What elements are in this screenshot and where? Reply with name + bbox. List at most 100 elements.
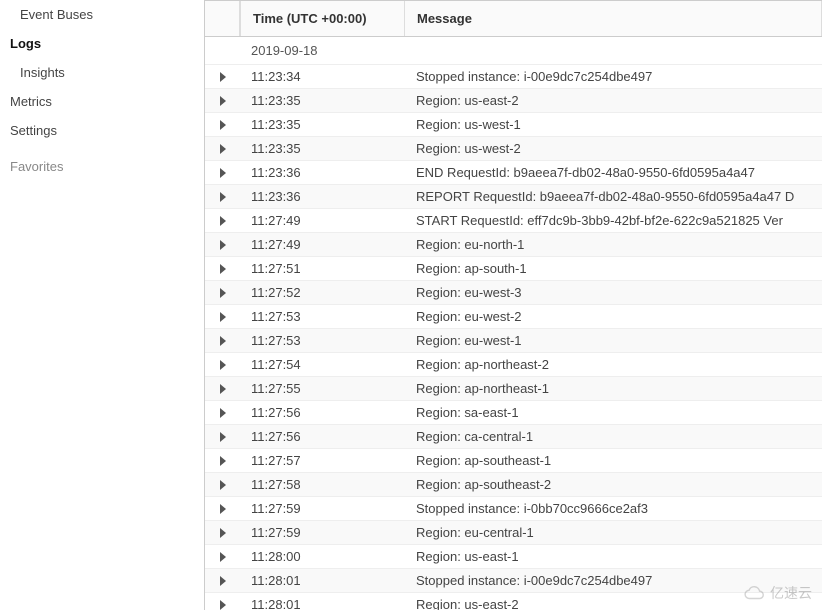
nav-item-logs[interactable]: Logs bbox=[0, 29, 204, 58]
log-time: 11:28:01 bbox=[240, 597, 405, 610]
log-message: Region: us-east-1 bbox=[405, 549, 822, 564]
caret-right-icon bbox=[220, 336, 226, 346]
log-row[interactable]: 11:27:56Region: ca-central-1 bbox=[205, 425, 822, 449]
expand-toggle[interactable] bbox=[205, 312, 240, 322]
expand-toggle[interactable] bbox=[205, 240, 240, 250]
log-row[interactable]: 11:23:34Stopped instance: i-00e9dc7c254d… bbox=[205, 65, 822, 89]
expand-toggle[interactable] bbox=[205, 576, 240, 586]
caret-right-icon bbox=[220, 240, 226, 250]
log-time: 11:27:52 bbox=[240, 285, 405, 300]
expand-column-header bbox=[205, 1, 240, 36]
log-time: 11:23:35 bbox=[240, 141, 405, 156]
caret-right-icon bbox=[220, 120, 226, 130]
nav-item-insights[interactable]: Insights bbox=[0, 58, 204, 87]
log-message: Stopped instance: i-00e9dc7c254dbe497 bbox=[405, 573, 822, 588]
log-time: 11:23:34 bbox=[240, 69, 405, 84]
expand-toggle[interactable] bbox=[205, 72, 240, 82]
caret-right-icon bbox=[220, 360, 226, 370]
nav-item-label: Settings bbox=[10, 123, 57, 138]
log-row[interactable]: 11:28:00Region: us-east-1 bbox=[205, 545, 822, 569]
log-row[interactable]: 11:27:51Region: ap-south-1 bbox=[205, 257, 822, 281]
log-time: 11:23:36 bbox=[240, 189, 405, 204]
table-header: Time (UTC +00:00) Message bbox=[205, 0, 822, 37]
nav-item-label: Metrics bbox=[10, 94, 52, 109]
expand-toggle[interactable] bbox=[205, 384, 240, 394]
nav-item-settings[interactable]: Settings bbox=[0, 116, 204, 145]
log-time: 11:23:36 bbox=[240, 165, 405, 180]
log-row[interactable]: 11:23:35Region: us-west-2 bbox=[205, 137, 822, 161]
expand-toggle[interactable] bbox=[205, 216, 240, 226]
log-row[interactable]: 11:27:49START RequestId: eff7dc9b-3bb9-4… bbox=[205, 209, 822, 233]
caret-right-icon bbox=[220, 312, 226, 322]
expand-toggle[interactable] bbox=[205, 264, 240, 274]
log-time: 11:28:01 bbox=[240, 573, 405, 588]
expand-toggle[interactable] bbox=[205, 192, 240, 202]
caret-right-icon bbox=[220, 384, 226, 394]
log-time: 11:27:55 bbox=[240, 381, 405, 396]
expand-toggle[interactable] bbox=[205, 144, 240, 154]
nav-item-label: Event Buses bbox=[20, 7, 93, 22]
expand-toggle[interactable] bbox=[205, 96, 240, 106]
log-message: Region: ap-south-1 bbox=[405, 261, 822, 276]
log-row[interactable]: 11:27:57Region: ap-southeast-1 bbox=[205, 449, 822, 473]
expand-toggle[interactable] bbox=[205, 504, 240, 514]
nav-item-metrics[interactable]: Metrics bbox=[0, 87, 204, 116]
nav-item-event-buses[interactable]: Event Buses bbox=[0, 0, 204, 29]
expand-toggle[interactable] bbox=[205, 552, 240, 562]
log-time: 11:27:57 bbox=[240, 453, 405, 468]
expand-toggle[interactable] bbox=[205, 456, 240, 466]
log-row[interactable]: 11:27:59Stopped instance: i-0bb70cc9666c… bbox=[205, 497, 822, 521]
log-row[interactable]: 11:27:56Region: sa-east-1 bbox=[205, 401, 822, 425]
log-time: 11:27:54 bbox=[240, 357, 405, 372]
log-time: 11:28:00 bbox=[240, 549, 405, 564]
log-row[interactable]: 11:27:49Region: eu-north-1 bbox=[205, 233, 822, 257]
log-message: Region: eu-central-1 bbox=[405, 525, 822, 540]
log-time: 11:27:49 bbox=[240, 213, 405, 228]
expand-toggle[interactable] bbox=[205, 360, 240, 370]
log-row[interactable]: 11:28:01Region: us-east-2 bbox=[205, 593, 822, 610]
log-row[interactable]: 11:27:53Region: eu-west-1 bbox=[205, 329, 822, 353]
caret-right-icon bbox=[220, 432, 226, 442]
date-group-row: 2019-09-18 bbox=[205, 37, 822, 65]
expand-toggle[interactable] bbox=[205, 120, 240, 130]
favorites-group-label: Favorites bbox=[0, 145, 204, 180]
log-message: Region: sa-east-1 bbox=[405, 405, 822, 420]
time-column-header[interactable]: Time (UTC +00:00) bbox=[240, 1, 405, 36]
caret-right-icon bbox=[220, 72, 226, 82]
log-message: Region: ap-southeast-2 bbox=[405, 477, 822, 492]
caret-right-icon bbox=[220, 504, 226, 514]
expand-toggle[interactable] bbox=[205, 528, 240, 538]
message-column-header[interactable]: Message bbox=[405, 1, 822, 36]
caret-right-icon bbox=[220, 576, 226, 586]
sidebar: Event Buses Logs Insights Metrics Settings F… bbox=[0, 0, 205, 610]
log-message: Stopped instance: i-00e9dc7c254dbe497 bbox=[405, 69, 822, 84]
log-row[interactable]: 11:23:36END RequestId: b9aeea7f-db02-48a… bbox=[205, 161, 822, 185]
caret-right-icon bbox=[220, 408, 226, 418]
log-message: Region: us-east-2 bbox=[405, 93, 822, 108]
log-row[interactable]: 11:27:52Region: eu-west-3 bbox=[205, 281, 822, 305]
expand-toggle[interactable] bbox=[205, 168, 240, 178]
expand-toggle[interactable] bbox=[205, 600, 240, 610]
expand-toggle[interactable] bbox=[205, 288, 240, 298]
caret-right-icon bbox=[220, 144, 226, 154]
expand-toggle[interactable] bbox=[205, 480, 240, 490]
expand-toggle[interactable] bbox=[205, 336, 240, 346]
log-message: END RequestId: b9aeea7f-db02-48a0-9550-6… bbox=[405, 165, 822, 180]
log-time: 11:27:56 bbox=[240, 429, 405, 444]
log-row[interactable]: 11:23:35Region: us-west-1 bbox=[205, 113, 822, 137]
log-row[interactable]: 11:23:36REPORT RequestId: b9aeea7f-db02-… bbox=[205, 185, 822, 209]
log-row[interactable]: 11:23:35Region: us-east-2 bbox=[205, 89, 822, 113]
log-row[interactable]: 11:27:58Region: ap-southeast-2 bbox=[205, 473, 822, 497]
log-row[interactable]: 11:27:55Region: ap-northeast-1 bbox=[205, 377, 822, 401]
caret-right-icon bbox=[220, 456, 226, 466]
log-message: Region: eu-north-1 bbox=[405, 237, 822, 252]
log-row[interactable]: 11:28:01Stopped instance: i-00e9dc7c254d… bbox=[205, 569, 822, 593]
nav-item-label: Logs bbox=[10, 36, 41, 51]
caret-right-icon bbox=[220, 480, 226, 490]
log-row[interactable]: 11:27:53Region: eu-west-2 bbox=[205, 305, 822, 329]
log-row[interactable]: 11:27:54Region: ap-northeast-2 bbox=[205, 353, 822, 377]
expand-toggle[interactable] bbox=[205, 408, 240, 418]
expand-toggle[interactable] bbox=[205, 432, 240, 442]
log-message: Region: ap-northeast-2 bbox=[405, 357, 822, 372]
log-row[interactable]: 11:27:59Region: eu-central-1 bbox=[205, 521, 822, 545]
